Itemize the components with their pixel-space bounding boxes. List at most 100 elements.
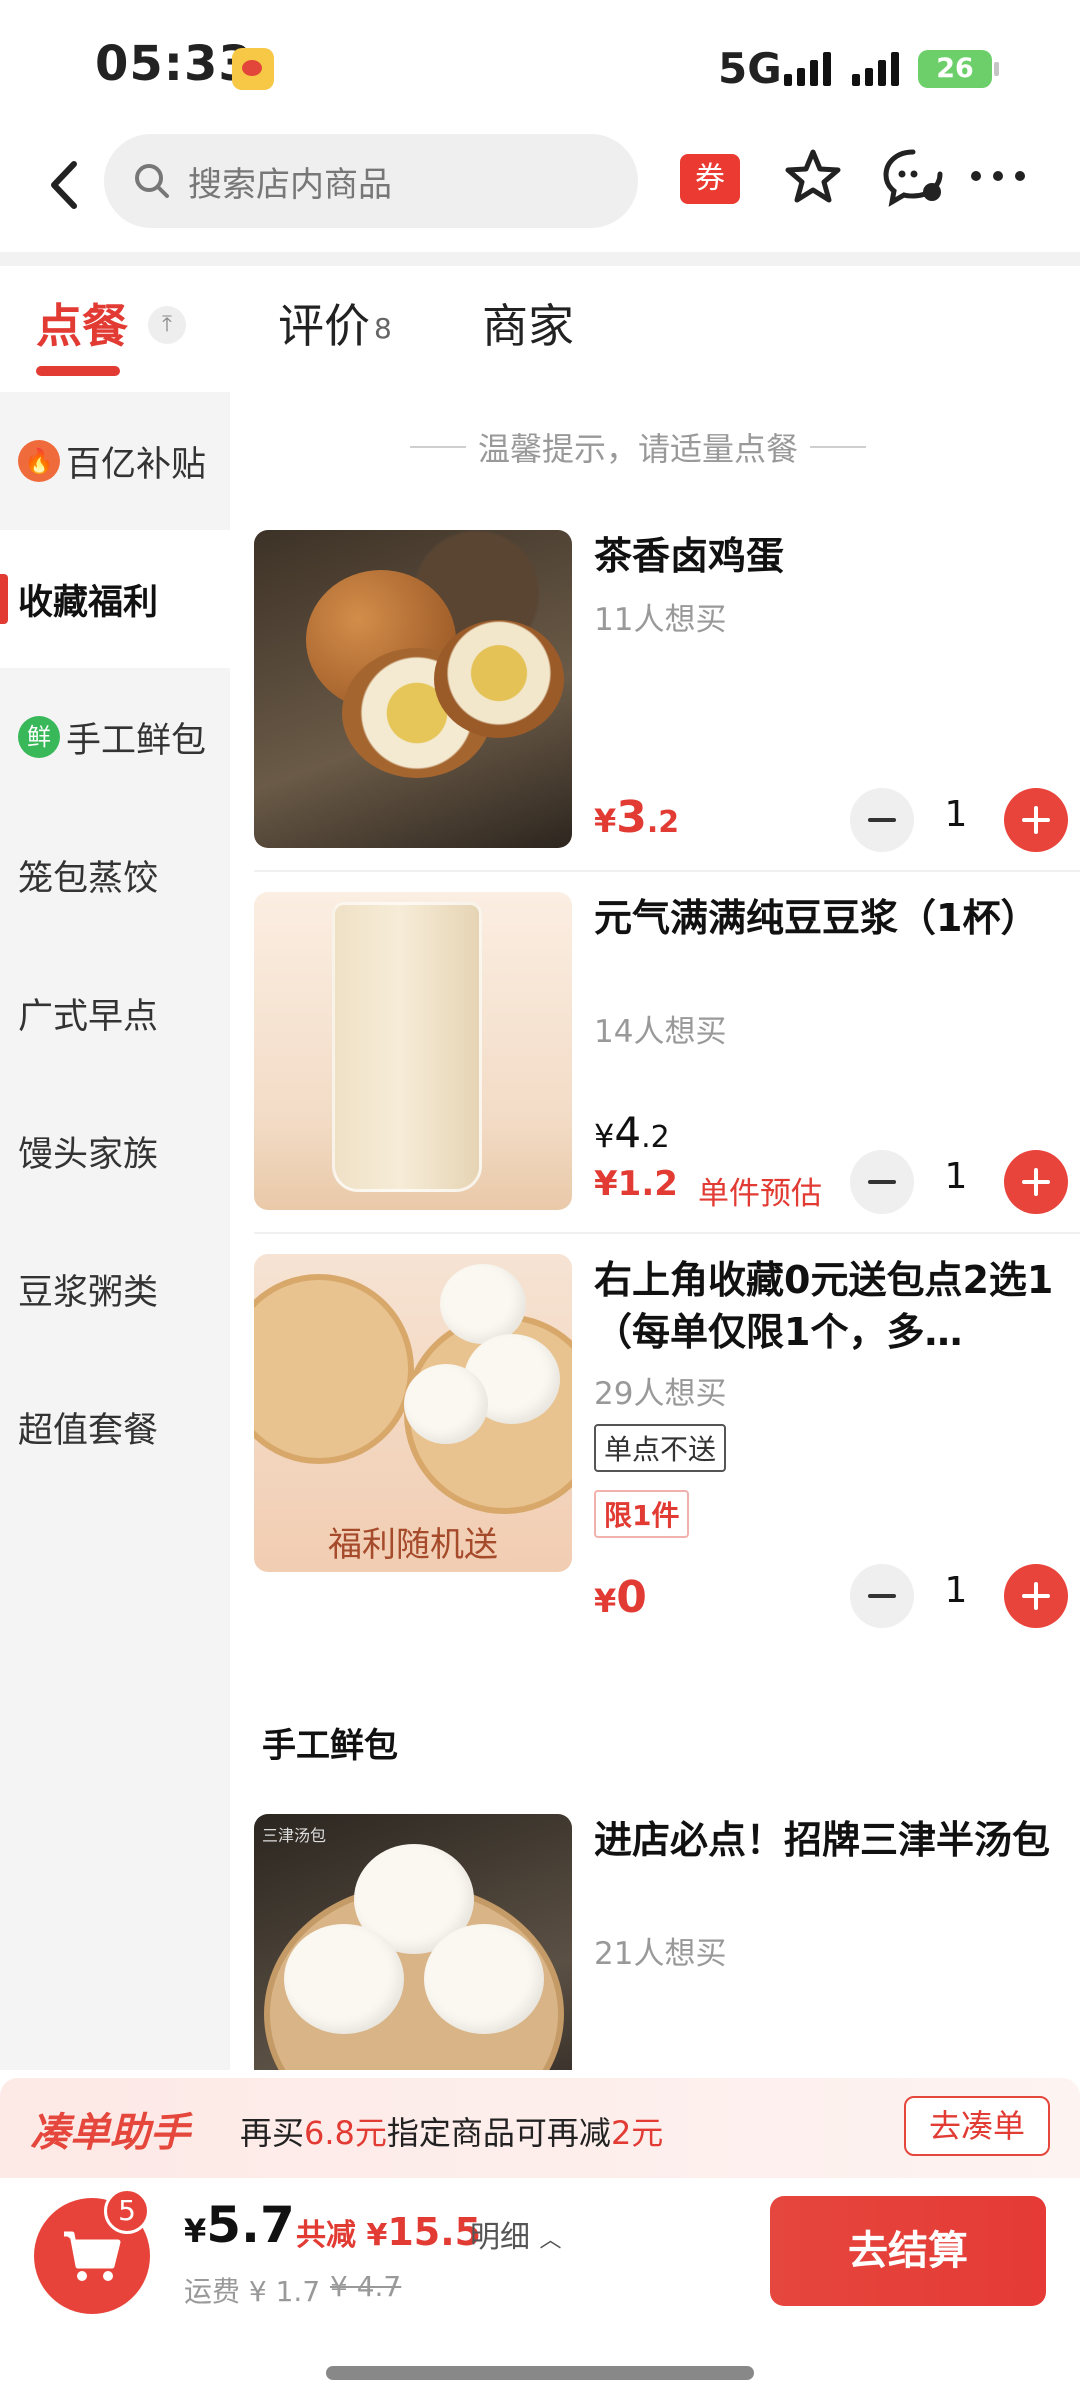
cart-count-badge: 5 (104, 2188, 150, 2234)
increase-button[interactable] (1004, 1564, 1068, 1628)
product-card[interactable]: 元气满满纯豆豆浆（1杯） 14人想买 ¥4.2 ¥1.2 单件预估 1 (254, 892, 1080, 1232)
signal-icon-2 (852, 52, 899, 86)
network-type: 5G (718, 44, 782, 93)
quantity-stepper: 1 (850, 1564, 1068, 1628)
order-helper-logo: 凑单助手 (30, 2110, 190, 2156)
home-indicator[interactable] (326, 2366, 754, 2380)
product-price: ¥4.2 (594, 1108, 670, 1157)
delivery-fee-original: ¥ 4.7 (330, 2270, 402, 2303)
increase-button[interactable] (1004, 788, 1068, 852)
divider (254, 1232, 1080, 1234)
estimated-price: ¥1.2 (594, 1164, 678, 1204)
notice: 温馨提示，请适量点餐 (410, 424, 867, 470)
status-bar: 05:33 5G 26 (0, 0, 1080, 130)
cart-icon (64, 2231, 121, 2281)
quantity-value: 1 (944, 1570, 968, 1611)
chevron-up-icon: ︿ (539, 2228, 562, 2253)
battery-icon: 26 (918, 50, 999, 88)
estimated-price-label: 单件预估 (698, 1176, 822, 1212)
tab-order[interactable]: 点餐 (36, 290, 128, 356)
collapse-icon[interactable]: ⤒ (148, 306, 186, 344)
sidebar-item-label: 笼包蒸饺 (18, 858, 159, 899)
price-detail-link[interactable]: 明细 ︿ (470, 2212, 562, 2256)
search-input[interactable]: 搜索店内商品 (104, 134, 638, 228)
signal-icon (784, 52, 831, 86)
sidebar-item-label: 广式早点 (18, 996, 159, 1037)
sidebar-item-label: 超值套餐 (18, 1410, 159, 1451)
quantity-value: 1 (944, 1156, 968, 1197)
sidebar-item-label: 收藏福利 (18, 582, 159, 623)
active-tab-indicator (36, 366, 120, 376)
product-image[interactable]: 福利随机送 (254, 1254, 572, 1572)
product-name: 茶香卤鸡蛋 (594, 534, 785, 578)
favorite-star-icon[interactable] (782, 146, 844, 208)
product-wants: 29人想买 (594, 1376, 727, 1412)
decrease-button[interactable] (850, 1564, 914, 1628)
sidebar-item-mantou[interactable]: 馒头家族 (0, 1082, 230, 1220)
sidebar-item-steamed-dumplings[interactable]: 笼包蒸饺 (0, 806, 230, 944)
product-name: 右上角收藏0元送包点2选1（每单仅限1个，多… (594, 1258, 1054, 1354)
quantity-value: 1 (944, 794, 968, 835)
decrease-button[interactable] (850, 788, 914, 852)
sidebar-item-soymilk-porridge[interactable]: 豆浆粥类 (0, 1220, 230, 1358)
increase-button[interactable] (1004, 1150, 1068, 1214)
quantity-stepper: 1 (850, 788, 1068, 852)
not-sold-alone-tag: 单点不送 (594, 1424, 727, 1472)
status-time: 05:33 (95, 36, 253, 92)
tab-reviews[interactable]: 评价 (278, 290, 370, 356)
product-image[interactable] (254, 892, 572, 1210)
coupon-icon[interactable]: 券 (680, 154, 740, 204)
thumb-label: 三津汤包 (262, 1826, 327, 1845)
product-wants: 21人想买 (594, 1936, 727, 1972)
product-wants: 14人想买 (594, 1014, 727, 1050)
delivery-fee: 运费 ¥ 1.7 (184, 2275, 321, 2308)
order-helper-text: 再买6.8元指定商品可再减2元 (240, 2114, 664, 2152)
total-discount: 共减 ¥15.5 (296, 2210, 482, 2254)
product-name: 进店必点！招牌三津半汤包 (594, 1818, 1051, 1862)
sidebar-item-subsidy[interactable]: 🔥 百亿补贴 (0, 392, 230, 530)
category-sidebar: 🔥 百亿补贴 收藏福利 鲜 手工鲜包 笼包蒸饺 广式早点 馒头家族 豆浆粥类 超… (0, 392, 230, 2070)
more-icon[interactable] (968, 166, 1028, 186)
back-icon[interactable] (36, 150, 96, 220)
tab-merchant[interactable]: 商家 (482, 290, 574, 356)
reviews-count: 8 (374, 312, 392, 345)
product-card[interactable]: 福利随机送 右上角收藏0元送包点2选1（每单仅限1个，多… 29人想买 单点不送… (254, 1254, 1080, 1634)
product-list: 温馨提示，请适量点餐 茶香卤鸡蛋 11人想买 ¥3.2 1 元气满满纯豆豆浆（1… (230, 392, 1080, 2070)
sidebar-item-label: 馒头家族 (18, 1134, 159, 1175)
product-wants: 11人想买 (594, 602, 727, 638)
quantity-stepper: 1 (850, 1150, 1068, 1214)
checkout-button[interactable]: 去结算 (770, 2196, 1046, 2306)
sidebar-item-favorites-gift[interactable]: 收藏福利 (0, 530, 230, 668)
product-card[interactable]: 茶香卤鸡蛋 11人想买 ¥3.2 1 (254, 530, 1080, 870)
search-placeholder: 搜索店内商品 (188, 164, 392, 205)
add-on-button[interactable]: 去凑单 (904, 2096, 1050, 2156)
thumb-caption: 福利随机送 (328, 1525, 498, 1565)
notice-text: 温馨提示，请适量点餐 (478, 430, 799, 468)
sidebar-item-value-sets[interactable]: 超值套餐 (0, 1358, 230, 1496)
search-icon (135, 164, 169, 198)
product-card[interactable]: 三津汤包 进店必点！招牌三津半汤包 21人想买 (254, 1814, 1080, 2070)
product-price: ¥3.2 (594, 792, 680, 843)
sidebar-item-label: 百亿补贴 (66, 444, 207, 485)
customer-service-icon[interactable] (880, 146, 946, 208)
product-image[interactable]: 三津汤包 (254, 1814, 572, 2070)
section-title: 手工鲜包 (262, 1726, 398, 1766)
top-nav: 搜索店内商品 券 (0, 130, 1080, 250)
fresh-icon: 鲜 (18, 716, 60, 758)
order-helper-bar: 凑单助手 再买6.8元指定商品可再减2元 去凑单 (0, 2078, 1080, 2178)
sidebar-item-label: 手工鲜包 (66, 720, 207, 761)
product-image[interactable] (254, 530, 572, 848)
decrease-button[interactable] (850, 1150, 914, 1214)
weibo-notification-icon (232, 48, 274, 90)
product-name: 元气满满纯豆豆浆（1杯） (594, 896, 1039, 940)
tab-bar: 点餐 ⤒ 评价 8 商家 (0, 290, 1080, 390)
sidebar-item-fresh-buns[interactable]: 鲜 手工鲜包 (0, 668, 230, 806)
fire-icon: 🔥 (18, 440, 60, 482)
sidebar-item-cantonese[interactable]: 广式早点 (0, 944, 230, 1082)
product-price: ¥0 (594, 1572, 647, 1623)
limit-tag: 限1件 (594, 1490, 690, 1538)
checkout-bar: 5 ¥5.7 共减 ¥15.5 明细 ︿ 运费 ¥ 1.7 ¥ 4.7 去结算 (0, 2178, 1080, 2328)
divider (254, 870, 1080, 872)
total-price: ¥5.7 (184, 2196, 295, 2254)
divider (0, 252, 1080, 266)
